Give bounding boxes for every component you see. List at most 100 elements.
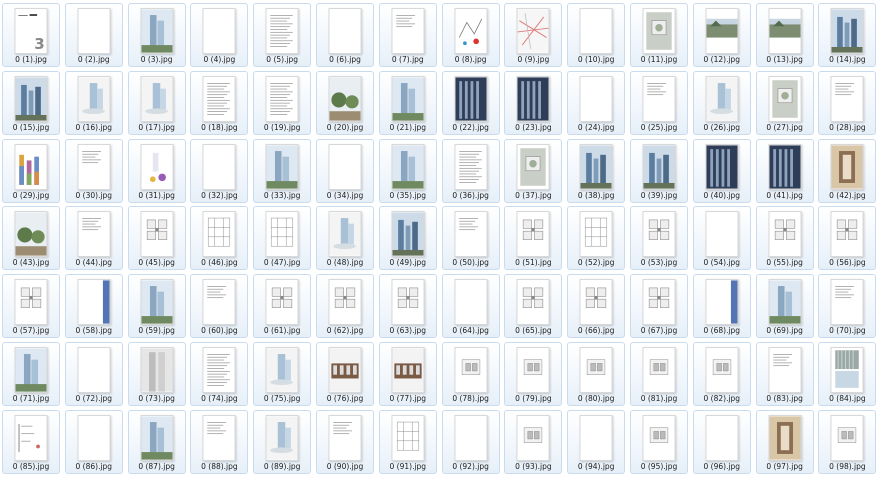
file-item[interactable]: 0 (21).jpg: [378, 70, 437, 135]
file-item[interactable]: 0 (76).jpg: [316, 342, 374, 406]
file-item[interactable]: 0 (27).jpg: [755, 70, 814, 135]
file-name-label: 0 (14).jpg: [829, 55, 866, 64]
file-item[interactable]: 0 (22).jpg: [441, 70, 500, 135]
file-item[interactable]: 0 (82).jpg: [692, 342, 751, 406]
file-item[interactable]: 0 (55).jpg: [755, 206, 814, 271]
file-item[interactable]: 0 (97).jpg: [755, 409, 814, 474]
file-item[interactable]: 0 (11).jpg: [630, 3, 688, 67]
file-item[interactable]: 0 (26).jpg: [692, 70, 751, 135]
file-item[interactable]: 0 (18).jpg: [190, 70, 249, 135]
file-item[interactable]: 0 (73).jpg: [127, 342, 186, 406]
file-item[interactable]: 0 (64).jpg: [441, 274, 500, 339]
file-item[interactable]: 0 (69).jpg: [755, 274, 814, 339]
file-item[interactable]: 0 (93).jpg: [504, 409, 563, 474]
file-item[interactable]: 0 (38).jpg: [567, 138, 626, 203]
file-item[interactable]: 0 (54).jpg: [692, 206, 751, 271]
file-item[interactable]: 0 (50).jpg: [441, 206, 500, 271]
file-item[interactable]: 0 (77).jpg: [378, 342, 437, 406]
file-item[interactable]: 0 (8).jpg: [441, 3, 500, 67]
file-item[interactable]: 0 (53).jpg: [630, 206, 688, 271]
file-item[interactable]: 0 (61).jpg: [253, 274, 312, 339]
file-item[interactable]: 0 (88).jpg: [190, 409, 249, 474]
file-item[interactable]: 0 (86).jpg: [64, 409, 123, 474]
file-item[interactable]: 0 (51).jpg: [504, 206, 563, 271]
file-item[interactable]: 0 (20).jpg: [316, 70, 374, 135]
file-thumbnail-grid[interactable]: 3 0 (1).jpg 0 (2).jpg 0 (3).jpg 0 (4).jpg 0 …: [0, 0, 880, 478]
file-item[interactable]: 0 (83).jpg: [755, 342, 814, 406]
file-item[interactable]: 0 (9).jpg: [504, 3, 563, 67]
file-item[interactable]: 0 (92).jpg: [441, 409, 500, 474]
file-item[interactable]: 0 (67).jpg: [630, 274, 688, 339]
file-item[interactable]: 0 (12).jpg: [692, 3, 751, 67]
file-item[interactable]: 0 (56).jpg: [818, 206, 877, 271]
file-item[interactable]: 0 (33).jpg: [253, 138, 312, 203]
file-item[interactable]: 0 (87).jpg: [127, 409, 186, 474]
file-item[interactable]: 0 (42).jpg: [818, 138, 877, 203]
file-item[interactable]: 0 (6).jpg: [316, 3, 374, 67]
file-item[interactable]: 0 (48).jpg: [316, 206, 374, 271]
file-item[interactable]: 0 (71).jpg: [2, 342, 60, 406]
file-item[interactable]: 0 (2).jpg: [64, 3, 123, 67]
file-item[interactable]: 0 (95).jpg: [630, 409, 688, 474]
file-item[interactable]: 0 (60).jpg: [190, 274, 249, 339]
file-item[interactable]: 0 (46).jpg: [190, 206, 249, 271]
file-item[interactable]: 0 (45).jpg: [127, 206, 186, 271]
file-item[interactable]: 0 (44).jpg: [64, 206, 123, 271]
file-item[interactable]: 0 (80).jpg: [567, 342, 626, 406]
file-item[interactable]: 0 (28).jpg: [818, 70, 877, 135]
file-item[interactable]: 3 0 (1).jpg: [2, 3, 60, 67]
file-item[interactable]: 0 (84).jpg: [818, 342, 877, 406]
file-item[interactable]: 0 (75).jpg: [253, 342, 312, 406]
file-item[interactable]: 0 (81).jpg: [630, 342, 688, 406]
file-item[interactable]: 0 (52).jpg: [567, 206, 626, 271]
file-item[interactable]: 0 (79).jpg: [504, 342, 563, 406]
file-item[interactable]: 0 (68).jpg: [692, 274, 751, 339]
file-item[interactable]: 0 (30).jpg: [64, 138, 123, 203]
file-item[interactable]: 0 (90).jpg: [316, 409, 374, 474]
file-item[interactable]: 0 (74).jpg: [190, 342, 249, 406]
file-item[interactable]: 0 (96).jpg: [692, 409, 751, 474]
file-item[interactable]: 0 (47).jpg: [253, 206, 312, 271]
file-item[interactable]: 0 (23).jpg: [504, 70, 563, 135]
file-item[interactable]: 0 (57).jpg: [2, 274, 60, 339]
file-item[interactable]: 0 (37).jpg: [504, 138, 563, 203]
file-item[interactable]: 0 (72).jpg: [64, 342, 123, 406]
file-item[interactable]: 0 (7).jpg: [378, 3, 437, 67]
file-item[interactable]: 0 (40).jpg: [692, 138, 751, 203]
file-item[interactable]: 0 (35).jpg: [378, 138, 437, 203]
file-item[interactable]: 0 (39).jpg: [630, 138, 688, 203]
file-item[interactable]: 0 (98).jpg: [818, 409, 877, 474]
file-item[interactable]: 0 (4).jpg: [190, 3, 249, 67]
file-item[interactable]: 0 (5).jpg: [253, 3, 312, 67]
file-item[interactable]: 0 (85).jpg: [2, 409, 60, 474]
file-item[interactable]: 0 (34).jpg: [316, 138, 374, 203]
file-item[interactable]: 0 (89).jpg: [253, 409, 312, 474]
file-item[interactable]: 0 (31).jpg: [127, 138, 186, 203]
file-item[interactable]: 0 (25).jpg: [630, 70, 688, 135]
file-item[interactable]: 0 (43).jpg: [2, 206, 60, 271]
file-item[interactable]: 0 (32).jpg: [190, 138, 249, 203]
file-item[interactable]: 0 (59).jpg: [127, 274, 186, 339]
file-item[interactable]: 0 (16).jpg: [64, 70, 123, 135]
file-item[interactable]: 0 (29).jpg: [2, 138, 60, 203]
file-item[interactable]: 0 (66).jpg: [567, 274, 626, 339]
file-item[interactable]: 0 (17).jpg: [127, 70, 186, 135]
file-item[interactable]: 0 (49).jpg: [378, 206, 437, 271]
file-item[interactable]: 0 (14).jpg: [818, 3, 877, 67]
file-item[interactable]: 0 (91).jpg: [378, 409, 437, 474]
file-item[interactable]: 0 (58).jpg: [64, 274, 123, 339]
file-item[interactable]: 0 (13).jpg: [755, 3, 814, 67]
file-item[interactable]: 0 (3).jpg: [127, 3, 186, 67]
file-item[interactable]: 0 (70).jpg: [818, 274, 877, 339]
file-item[interactable]: 0 (10).jpg: [567, 3, 626, 67]
file-item[interactable]: 0 (62).jpg: [316, 274, 374, 339]
file-item[interactable]: 0 (78).jpg: [441, 342, 500, 406]
file-item[interactable]: 0 (94).jpg: [567, 409, 626, 474]
file-item[interactable]: 0 (63).jpg: [378, 274, 437, 339]
file-item[interactable]: 0 (65).jpg: [504, 274, 563, 339]
file-item[interactable]: 0 (24).jpg: [567, 70, 626, 135]
file-item[interactable]: 0 (15).jpg: [2, 70, 60, 135]
file-item[interactable]: 0 (36).jpg: [441, 138, 500, 203]
file-item[interactable]: 0 (19).jpg: [253, 70, 312, 135]
file-item[interactable]: 0 (41).jpg: [755, 138, 814, 203]
